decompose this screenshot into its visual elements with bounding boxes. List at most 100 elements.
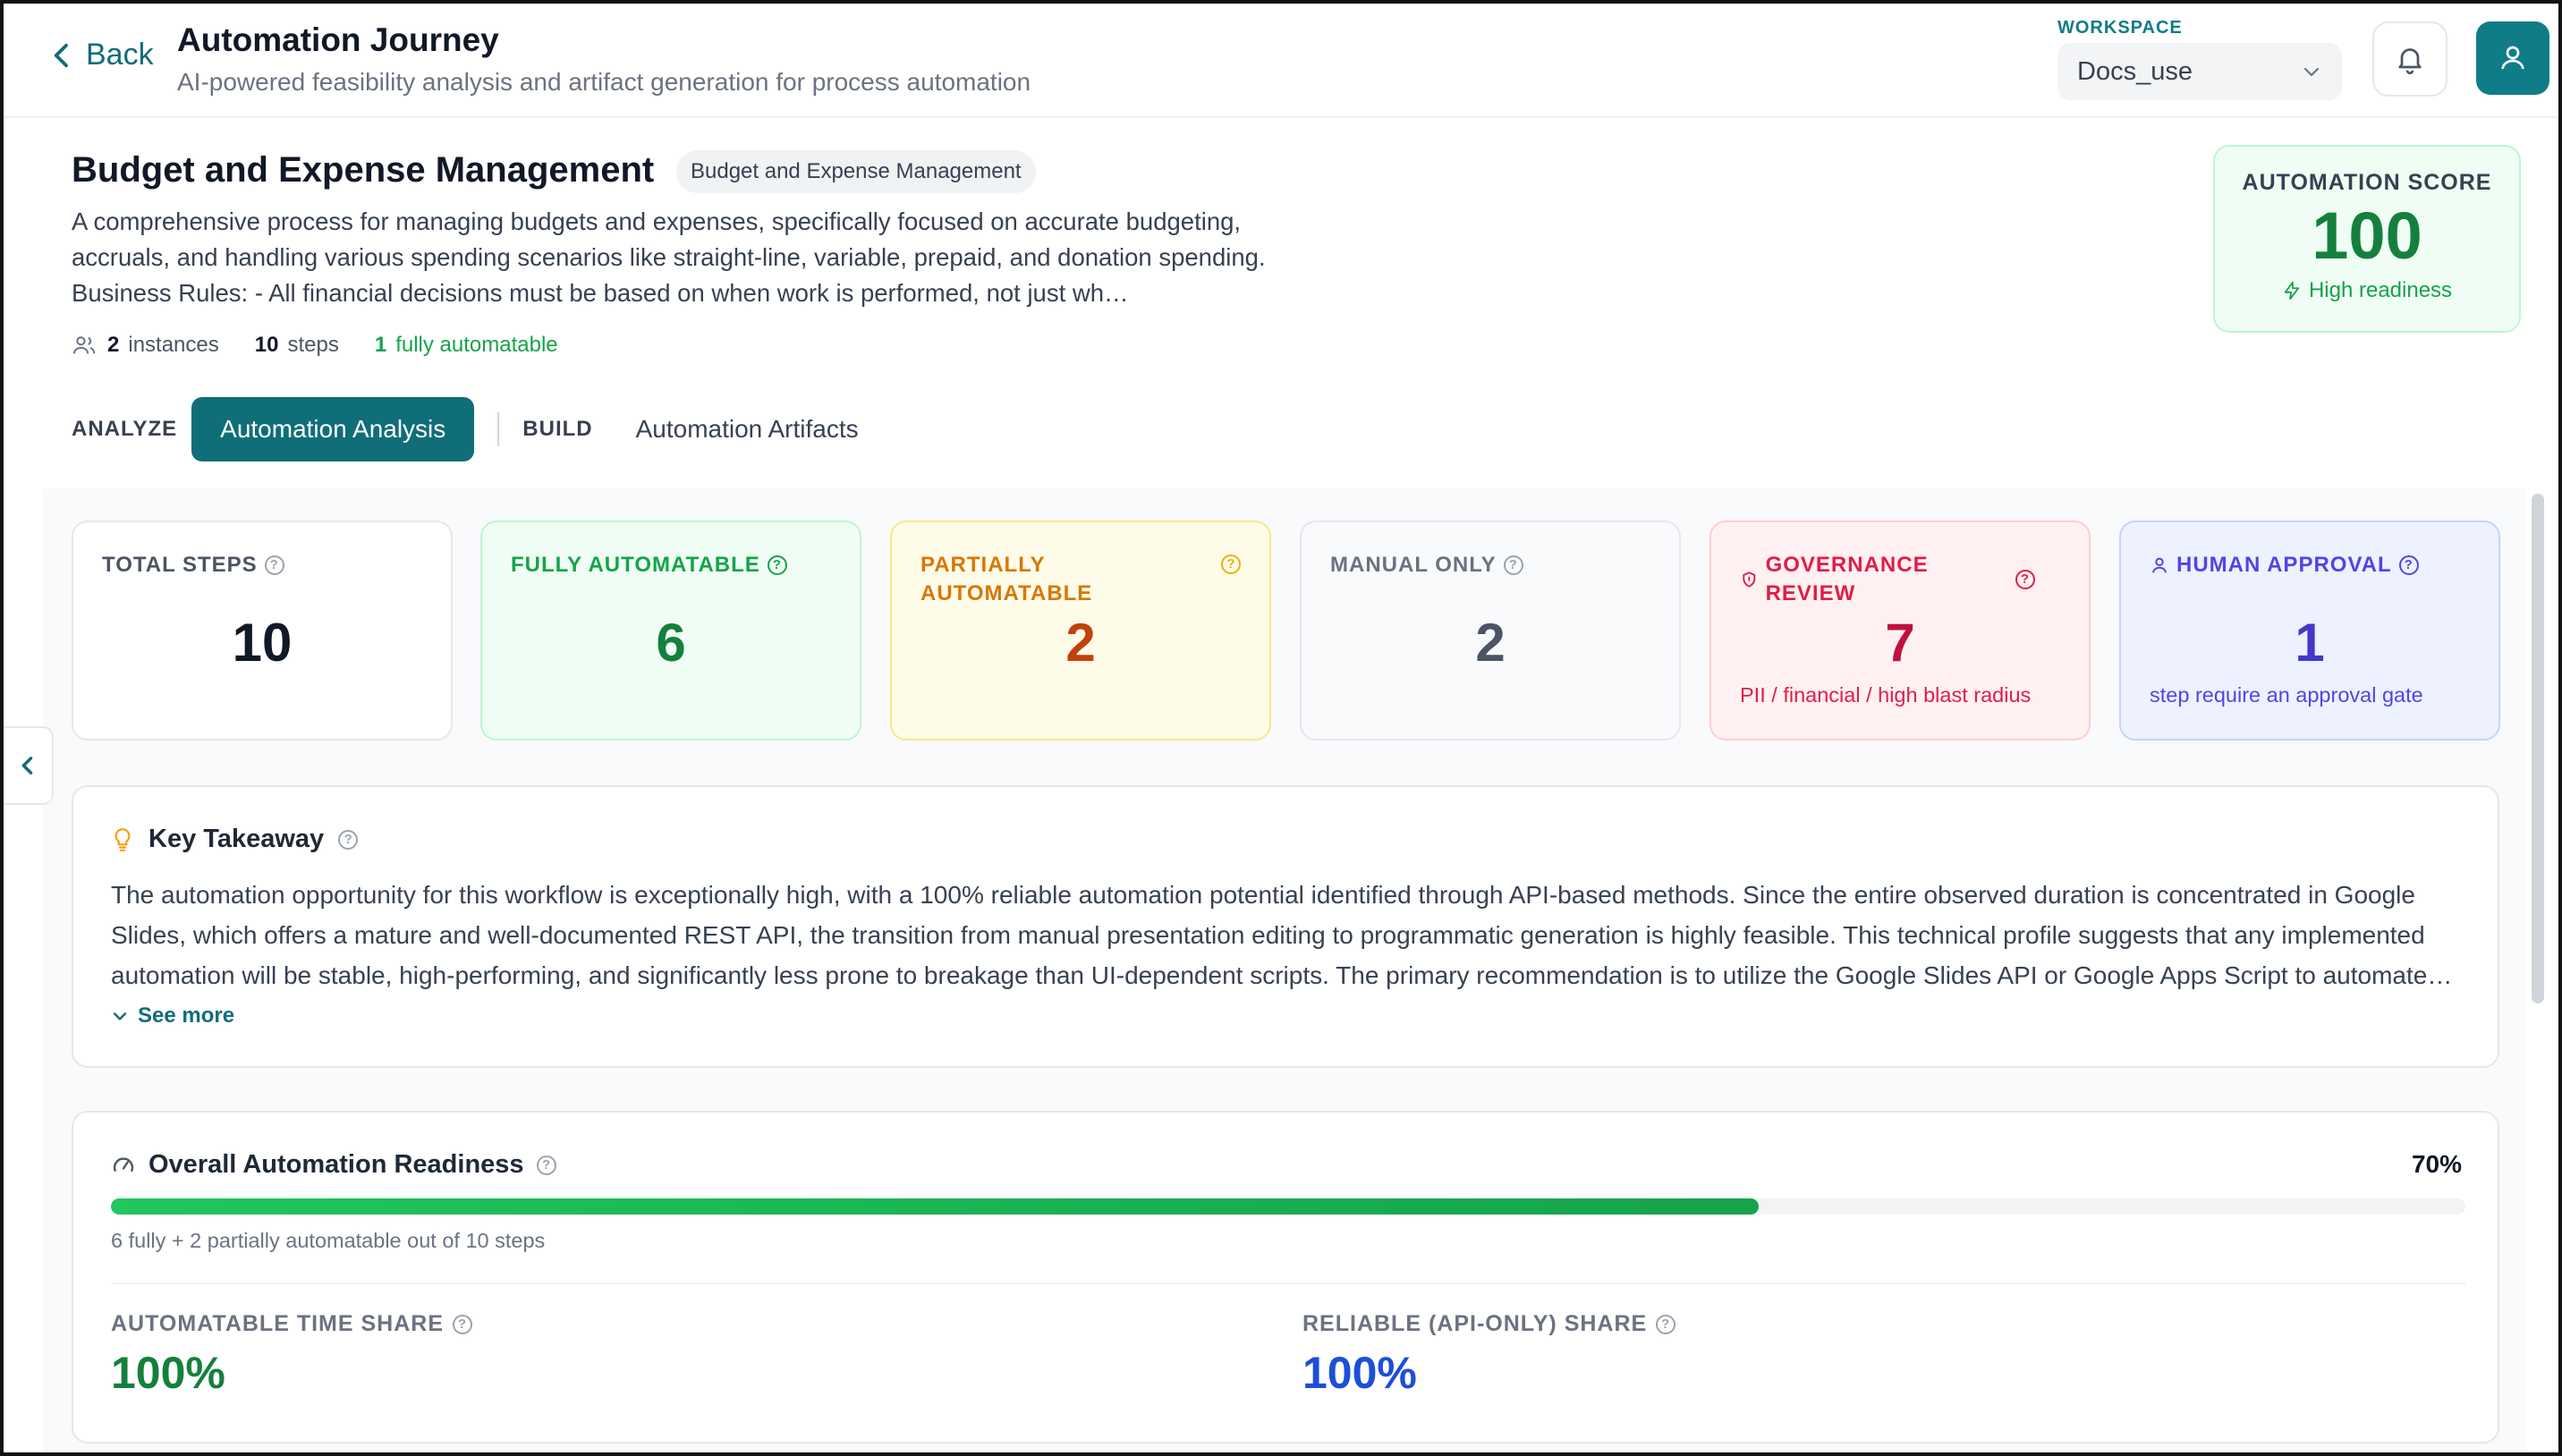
key-takeaway-title: Key Takeaway <box>148 825 325 853</box>
steps-count: 10 <box>254 333 279 357</box>
lightbulb-icon <box>115 827 131 851</box>
chevron-down-icon <box>113 1012 127 1020</box>
human-approval-card: HUMAN APPROVAL? 1 step require an approval… <box>2119 521 2500 741</box>
gauge-icon <box>113 1156 134 1172</box>
score-value: 100 <box>2312 199 2422 273</box>
tab-automation-artifacts[interactable]: Automation Artifacts <box>636 415 859 444</box>
partially-automatable-card: PARTIALLY AUTOMATABLE? 2 <box>890 521 1271 741</box>
human-approval-label: HUMAN APPROVAL? <box>2150 551 2419 580</box>
time-share-label: AUTOMATABLE TIME SHARE ? <box>111 1311 472 1337</box>
app-frame: Back Automation Journey AI-powered feasi… <box>0 0 2562 1456</box>
workspace-select[interactable]: Docs_use <box>2057 43 2342 100</box>
automatable-count: 1 <box>374 333 387 357</box>
users-icon <box>72 336 96 354</box>
total-steps-label-text: TOTAL STEPS <box>102 553 258 577</box>
readiness-progress-fill <box>111 1198 1760 1215</box>
instances-count: 2 <box>107 333 120 357</box>
workspace-value: Docs_use <box>2077 56 2193 86</box>
readiness-title: Overall Automation Readiness <box>148 1150 524 1179</box>
user-icon <box>2501 46 2524 70</box>
governance-review-value: 7 <box>1885 613 1915 673</box>
time-share-value: 100% <box>111 1348 225 1398</box>
help-icon[interactable]: ? <box>536 1155 556 1175</box>
help-icon[interactable]: ? <box>767 555 787 575</box>
workspace-label: WORKSPACE <box>2057 18 2183 38</box>
shield-icon <box>1743 571 1756 588</box>
journey-tabs: ANALYZE Automation Analysis BUILD Automa… <box>72 397 859 461</box>
help-icon[interactable]: ? <box>2015 570 2035 589</box>
readiness-card: Overall Automation Readiness ? 70% 6 ful… <box>72 1111 2499 1443</box>
manual-only-label-text: MANUAL ONLY <box>1330 553 1497 577</box>
top-header: Back Automation Journey AI-powered feasi… <box>4 4 2558 118</box>
governance-review-label-text: GOVERNANCE REVIEW <box>1765 553 1929 605</box>
help-icon[interactable]: ? <box>2398 555 2419 575</box>
help-icon[interactable]: ? <box>338 829 359 850</box>
readiness-note: 6 fully + 2 partially automatable out of… <box>111 1229 546 1252</box>
human-approval-label-text: HUMAN APPROVAL <box>2176 553 2392 577</box>
divider <box>111 1282 2465 1284</box>
tab-divider <box>497 412 500 446</box>
see-more-button[interactable]: See more <box>111 1003 234 1029</box>
fully-automatable-card: FULLY AUTOMATABLE? 6 <box>480 521 861 741</box>
time-share-label-text: AUTOMATABLE TIME SHARE <box>111 1311 444 1336</box>
score-label: AUTOMATION SCORE <box>2242 170 2492 195</box>
human-approval-subtext: step require an approval gate <box>2150 683 2423 707</box>
manual-only-value: 2 <box>1475 613 1506 673</box>
page-subtitle: AI-powered feasibility analysis and arti… <box>177 68 1031 96</box>
automation-score-card: AUTOMATION SCORE 100 High readiness <box>2213 145 2521 333</box>
build-group-label: BUILD <box>522 417 593 441</box>
tab-automation-analysis[interactable]: Automation Analysis <box>191 397 475 461</box>
key-takeaway-header: Key Takeaway ? <box>111 825 359 854</box>
scrollbar-thumb[interactable] <box>2532 494 2544 1003</box>
governance-review-label: GOVERNANCE REVIEW? <box>1740 551 2035 608</box>
user-avatar-button[interactable] <box>2476 21 2549 95</box>
key-takeaway-card: Key Takeaway ? The automation opportunit… <box>72 785 2499 1068</box>
governance-review-subtext: PII / financial / high blast radius <box>1740 683 2032 707</box>
steps-label: steps <box>287 333 339 357</box>
api-share-label-text: RELIABLE (API-ONLY) SHARE <box>1302 1311 1648 1336</box>
chevron-left-icon <box>21 757 33 775</box>
manual-only-label: MANUAL ONLY? <box>1330 551 1523 580</box>
instances-meta: 2 instances <box>72 333 219 358</box>
process-meta: 2 instances 10 steps 1 fully automatable <box>72 333 594 358</box>
total-steps-card: TOTAL STEPS? 10 <box>72 521 453 741</box>
manual-only-card: MANUAL ONLY? 2 <box>1300 521 1681 741</box>
readiness-progress-bar <box>111 1198 2465 1215</box>
bell-icon <box>2398 48 2422 75</box>
key-takeaway-text: The automation opportunity for this work… <box>111 881 2453 989</box>
analyze-group-label: ANALYZE <box>72 417 178 441</box>
page-title: Automation Journey <box>177 21 499 58</box>
readiness-percent: 70% <box>2411 1150 2462 1178</box>
back-button[interactable]: Back <box>50 38 154 72</box>
help-icon[interactable]: ? <box>1503 555 1523 575</box>
back-label: Back <box>86 38 154 72</box>
help-icon[interactable]: ? <box>453 1314 472 1334</box>
api-share-label: RELIABLE (API-ONLY) SHARE ? <box>1302 1311 1676 1337</box>
human-approval-value: 1 <box>2295 613 2325 673</box>
partially-automatable-value: 2 <box>1065 613 1096 673</box>
steps-meta: 10 steps <box>255 333 339 358</box>
help-icon[interactable]: ? <box>1221 554 1241 574</box>
automatable-meta: 1 fully automatable <box>375 333 558 358</box>
process-description: A comprehensive process for managing bud… <box>72 207 1266 307</box>
chevron-down-icon <box>2303 67 2320 77</box>
main-scrollbar[interactable] <box>2528 488 2548 1003</box>
score-status-text: High readiness <box>2308 278 2453 302</box>
lightning-icon <box>2284 281 2300 301</box>
fully-automatable-value: 6 <box>656 613 686 673</box>
readiness-header: Overall Automation Readiness ? <box>111 1150 556 1180</box>
partially-automatable-label: PARTIALLY AUTOMATABLE <box>920 551 1216 608</box>
total-steps-value: 10 <box>232 613 293 673</box>
fully-automatable-label: FULLY AUTOMATABLE? <box>511 551 787 580</box>
notifications-button[interactable] <box>2372 21 2447 97</box>
process-title: Budget and Expense Management <box>72 150 655 190</box>
user-icon <box>2152 557 2167 573</box>
instances-label: instances <box>128 333 219 357</box>
help-icon[interactable]: ? <box>1656 1314 1676 1334</box>
automatable-label: fully automatable <box>395 333 558 357</box>
process-category-tag: Budget and Expense Management <box>676 150 1036 193</box>
help-icon[interactable]: ? <box>264 555 284 575</box>
see-more-label: See more <box>138 1003 235 1028</box>
sidebar-toggle-button[interactable] <box>4 726 54 805</box>
fully-automatable-label-text: FULLY AUTOMATABLE <box>511 553 760 577</box>
